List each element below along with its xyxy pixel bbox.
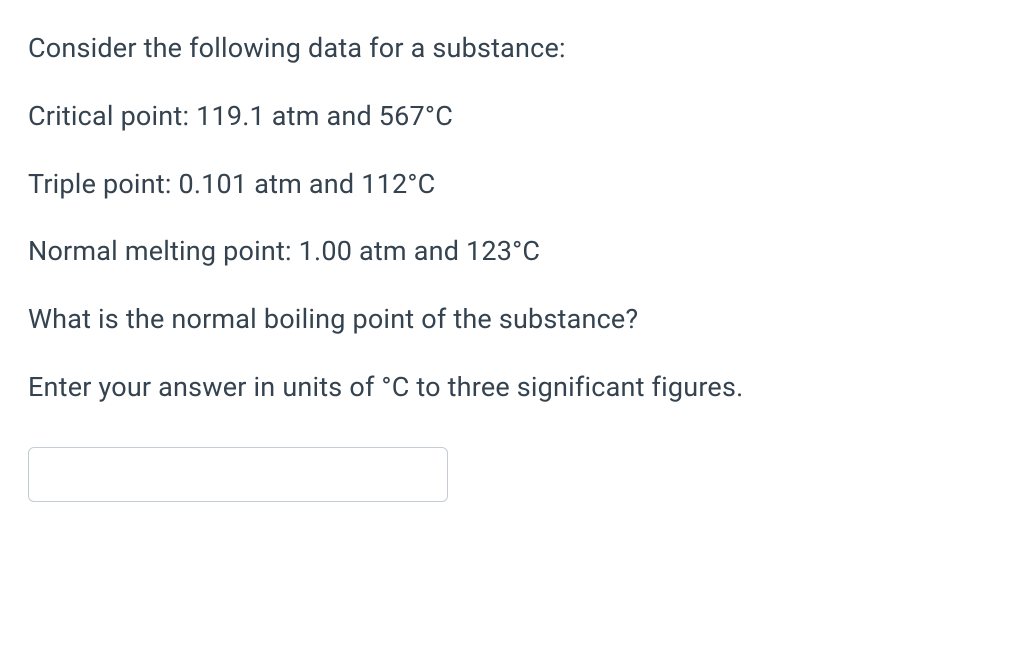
answer-instructions: Enter your answer in units of °C to thre… xyxy=(28,369,996,407)
question-prompt: What is the normal boiling point of the … xyxy=(28,301,996,339)
melting-point-data: Normal melting point: 1.00 atm and 123°C xyxy=(28,233,996,271)
question-intro: Consider the following data for a substa… xyxy=(28,30,996,68)
critical-point-data: Critical point: 119.1 atm and 567°C xyxy=(28,98,996,136)
answer-input[interactable] xyxy=(28,447,448,502)
triple-point-data: Triple point: 0.101 atm and 112°C xyxy=(28,166,996,204)
